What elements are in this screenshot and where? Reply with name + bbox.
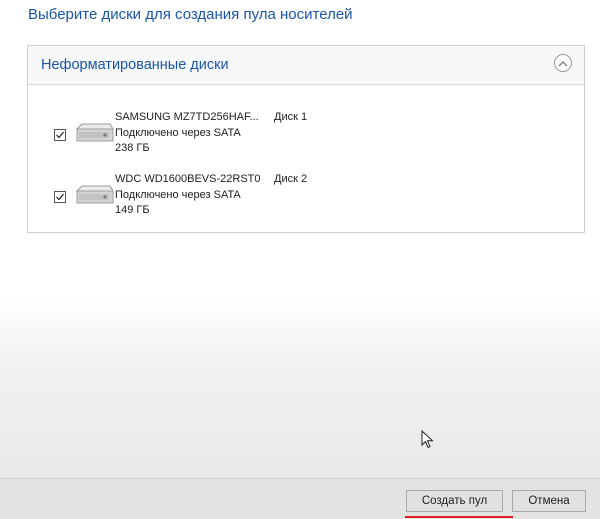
disk-row-1[interactable]: SAMSUNG MZ7TD256HAF... Подключено через … — [28, 110, 584, 168]
disk-2-size: 149 ГБ — [115, 204, 150, 216]
disk-1-info: SAMSUNG MZ7TD256HAF... Подключено через … — [115, 110, 259, 157]
create-pool-button[interactable]: Создать пул — [406, 490, 503, 512]
disk-2-checkbox[interactable] — [54, 191, 66, 203]
hard-drive-icon — [76, 123, 114, 142]
disk-row-2[interactable]: WDC WD1600BEVS-22RST0 Подключено через S… — [28, 172, 584, 230]
disk-2-connection: Подключено через SATA — [115, 188, 241, 201]
disk-1-connection: Подключено через SATA — [115, 126, 241, 139]
mouse-cursor-icon — [421, 430, 434, 449]
disk-1-size: 238 ГБ — [115, 142, 150, 154]
highlight-underline — [405, 516, 513, 518]
checkmark-icon — [56, 131, 64, 139]
disk-2-info: WDC WD1600BEVS-22RST0 Подключено через S… — [115, 172, 261, 219]
disk-2-label: Диск 2 — [274, 173, 308, 185]
dialog-footer: Создать пул Отмена — [0, 478, 600, 519]
collapse-button[interactable] — [554, 54, 572, 72]
panel-header[interactable]: Неформатированные диски — [28, 46, 584, 85]
disk-1-name: SAMSUNG MZ7TD256HAF... — [115, 111, 259, 123]
disk-2-name: WDC WD1600BEVS-22RST0 — [115, 173, 261, 185]
page-title: Выберите диски для создания пула носител… — [28, 6, 353, 23]
hard-drive-icon — [76, 185, 114, 204]
cancel-button[interactable]: Отмена — [512, 490, 586, 512]
panel-title: Неформатированные диски — [41, 57, 229, 73]
unformatted-disks-panel: Неформатированные диски SAMSUNG MZ7TD256… — [27, 45, 585, 233]
disk-1-label: Диск 1 — [274, 111, 308, 123]
chevron-up-icon — [558, 60, 568, 66]
disk-1-checkbox[interactable] — [54, 129, 66, 141]
checkmark-icon — [56, 193, 64, 201]
